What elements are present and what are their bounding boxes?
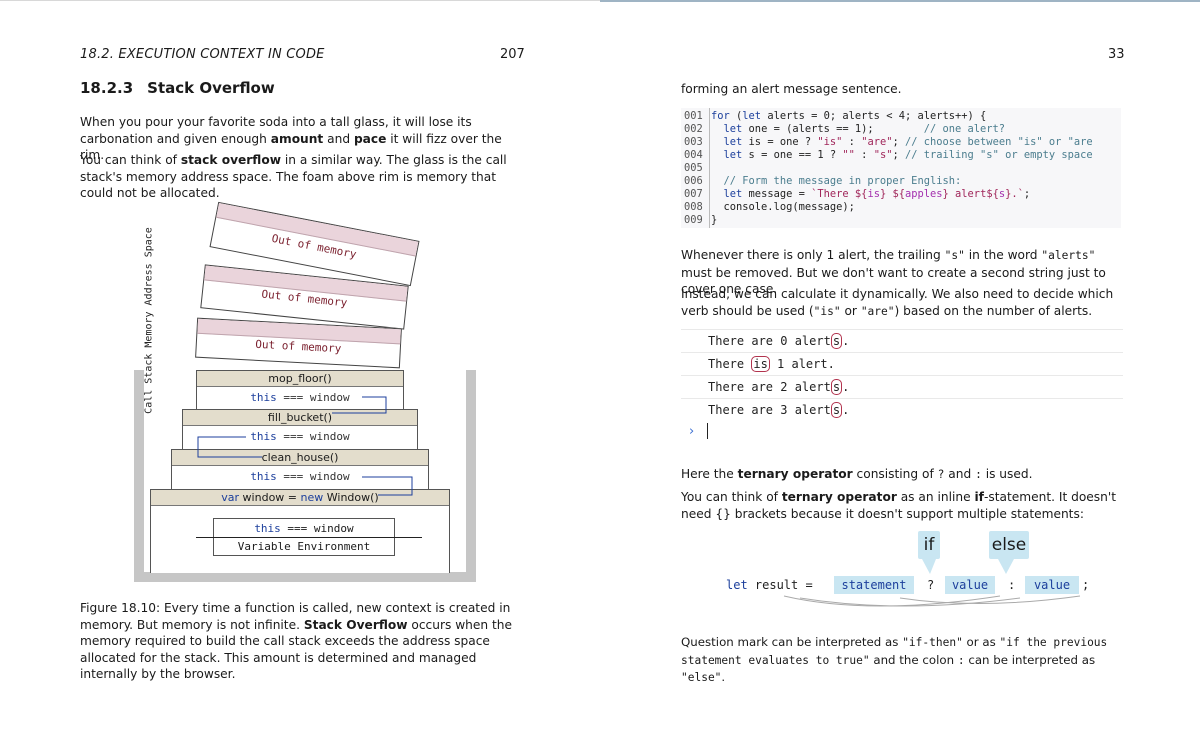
figure-caption: Figure 18.10: Every time a function is c… — [80, 601, 512, 681]
ternary-diagram: if else let result = statement ? value :… — [700, 530, 1120, 620]
line-number: 009 — [684, 214, 703, 226]
line-number: 008 — [684, 201, 703, 213]
ternary-let: let result = — [726, 578, 813, 592]
code-line: for (let alerts = 0; alerts < 4; alerts+… — [711, 110, 987, 122]
code-line: let s = one == 1 ? "" : "s"; // trailing… — [723, 149, 1093, 161]
frame-connectors — [197, 396, 413, 496]
console-row: There are 2 alert s. — [681, 375, 1123, 398]
section-heading: 18.2.3 Stack Overflow — [80, 79, 275, 97]
line-number: 002 — [684, 123, 703, 135]
para2-bold: stack overflow — [180, 153, 281, 167]
top-border-right — [600, 0, 1200, 2]
question-mark: ? — [927, 578, 935, 592]
section-title: Stack Overflow — [147, 79, 275, 97]
stack-overflow-figure: Out of memory Out of memory Out of memor… — [120, 195, 480, 590]
semicolon: ; — [1082, 578, 1090, 592]
para1-bold-pace: pace — [353, 131, 387, 146]
paragraph-dynamic: Instead, we can calculate it dynamically… — [681, 287, 1114, 318]
line-number: 006 — [684, 175, 703, 187]
value-box-true: value — [945, 576, 995, 594]
else-bubble: else — [989, 531, 1029, 559]
top-border-left — [0, 0, 600, 1]
line-number: 003 — [684, 136, 703, 148]
paragraph-ternary-explain: You can think of ternary operator as an … — [681, 490, 1116, 521]
running-header: 18.2. EXECUTION CONTEXT IN CODE — [80, 47, 325, 62]
section-number: 18.2.3 — [80, 79, 134, 97]
page-number-left: 207 — [500, 47, 525, 62]
intro-sentence: forming an alert message sentence. — [681, 82, 902, 96]
paragraph-ternary-intro: Here the ternary operator consisting of … — [681, 467, 1033, 481]
console-output: There are 0 alert s. There is 1 alert. Th… — [681, 329, 1123, 447]
code-line: // Form the message in proper English: — [723, 175, 962, 187]
para1-bold-amount: amount — [270, 131, 324, 146]
console-cursor — [707, 423, 708, 439]
line-number: 007 — [684, 188, 703, 200]
code-listing: 001 002 003 004 005 006 007 008 009 for … — [681, 108, 1121, 228]
console-row: There is 1 alert. — [681, 352, 1123, 375]
line-number: 005 — [684, 162, 703, 174]
ternary-pointers — [783, 559, 1081, 607]
colon-mark: : — [1008, 578, 1016, 592]
statement-box: statement — [834, 576, 914, 594]
console-row: There are 0 alert s. — [681, 329, 1123, 352]
line-number: 004 — [684, 149, 703, 161]
if-bubble: if — [918, 531, 940, 559]
line-number: 001 — [684, 110, 703, 122]
para1-text-c: and — [323, 131, 354, 146]
code-line: } — [711, 214, 718, 226]
code-line: let one = (alerts == 1); // one alert? — [723, 123, 1006, 135]
code-line: let message = `There ${is} ${apples} ale… — [723, 188, 1031, 200]
console-row: There are 3 alert s. — [681, 398, 1123, 421]
paragraph-question-mark: Question mark can be interpreted as "if-… — [681, 635, 1108, 684]
value-box-false: value — [1025, 576, 1079, 594]
page-number-right: 33 — [1108, 47, 1125, 62]
code-line: console.log(message); — [711, 201, 855, 213]
para2-text-a: You can think of — [80, 153, 181, 167]
console-prompt-icon: › — [689, 424, 695, 439]
code-line: let is = one ? "is" : "are"; // choose b… — [723, 136, 1093, 148]
